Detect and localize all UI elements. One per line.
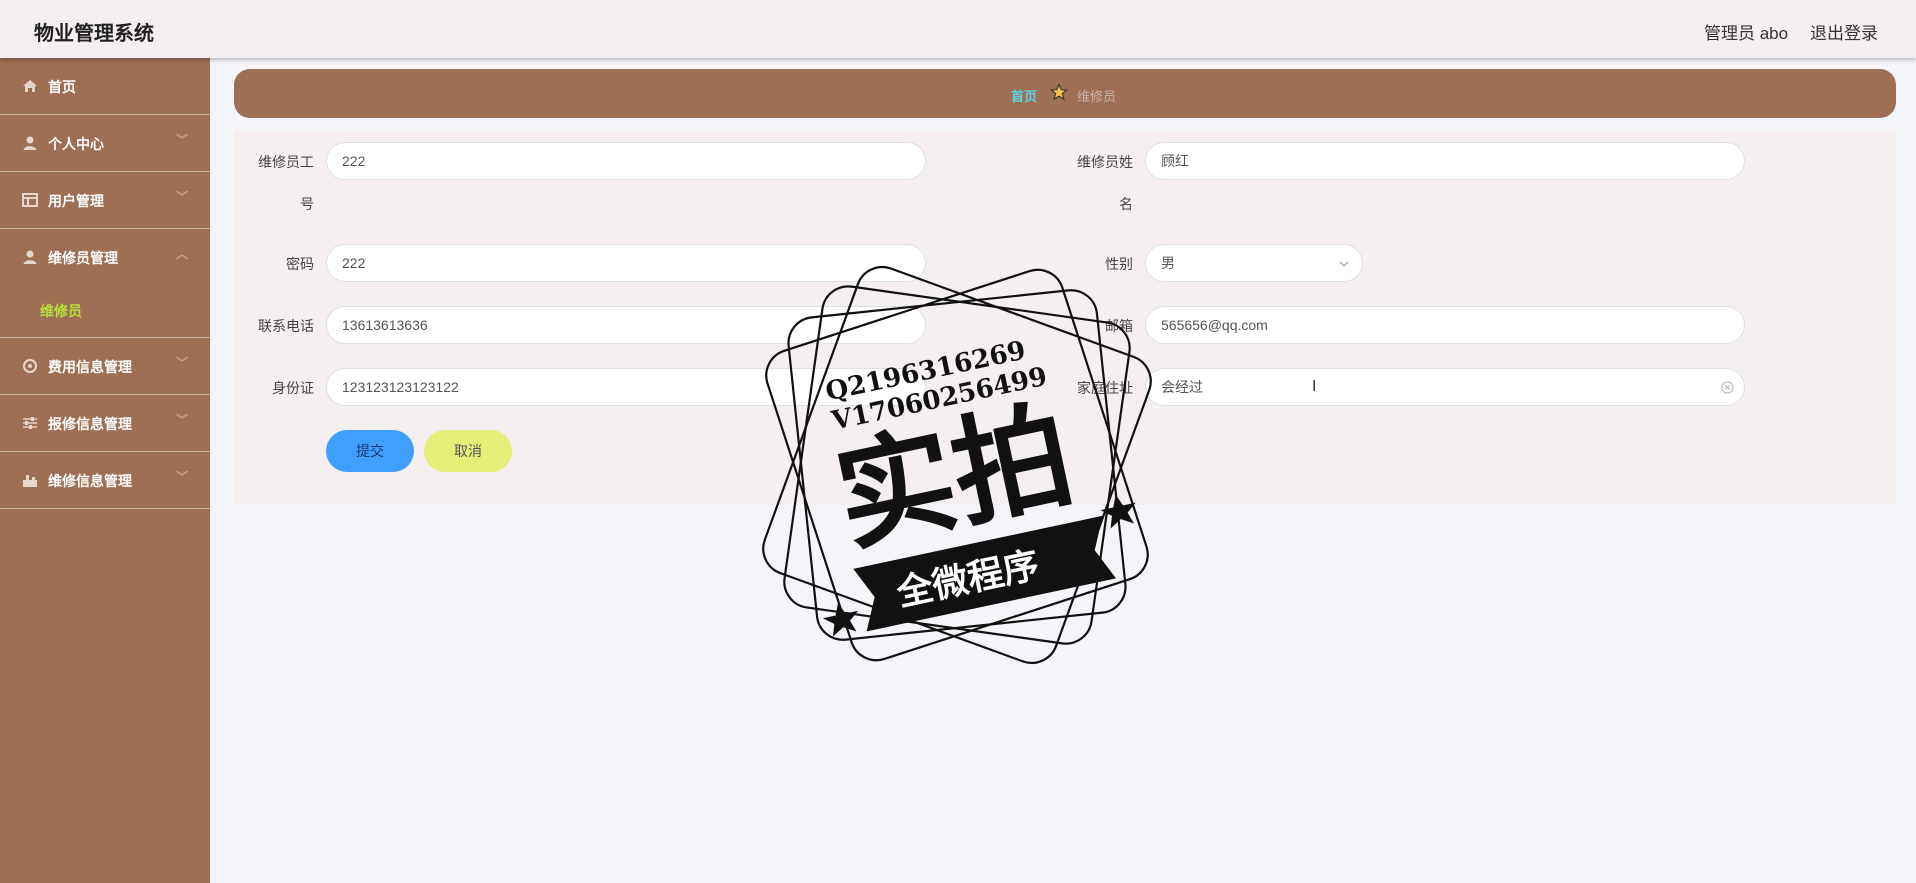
- sidebar-item-label: 维修信息管理: [48, 473, 132, 489]
- sidebar-subitem-label: 维修员: [40, 303, 82, 319]
- id-card-input[interactable]: 123123123123122: [326, 368, 926, 406]
- gender-select[interactable]: 男: [1145, 244, 1363, 282]
- breadcrumb: 首页 维修员: [234, 69, 1896, 118]
- tools-icon: [23, 475, 37, 487]
- sidebar-item-label: 个人中心: [48, 136, 104, 152]
- sidebar-item-repair-info[interactable]: 维修信息管理 ﹀: [0, 452, 210, 509]
- sidebar-item-repair-requests[interactable]: 报修信息管理 ﹀: [0, 395, 210, 452]
- email-label: 邮箱: [1105, 318, 1133, 334]
- home-icon: [23, 80, 37, 92]
- sidebar-item-home[interactable]: 首页: [0, 58, 210, 115]
- sidebar-item-label: 首页: [48, 79, 76, 95]
- app-title: 物业管理系统: [34, 23, 154, 45]
- gender-label: 性别: [1105, 256, 1133, 272]
- chevron-down-icon: ﹀: [176, 356, 189, 370]
- gender-value: 男: [1161, 255, 1175, 271]
- settings-icon: [23, 359, 37, 373]
- star-icon: [1050, 83, 1068, 101]
- chevron-down-icon: ﹀: [176, 413, 189, 427]
- top-bar: 物业管理系统 管理员 abo 退出登录: [0, 0, 1916, 58]
- clear-icon[interactable]: [1721, 381, 1734, 394]
- sidebar-item-label: 维修员管理: [48, 250, 118, 266]
- watermark-ribbon: 全微程序: [892, 544, 1043, 615]
- phone-label: 联系电话: [258, 318, 314, 334]
- chevron-down-icon: [1339, 261, 1349, 267]
- sliders-icon: [23, 417, 37, 429]
- sidebar-subitem-repairman[interactable]: 维修员: [0, 285, 210, 338]
- sidebar-item-repairman-mgmt[interactable]: 维修员管理 ︿: [0, 229, 210, 285]
- logout-link[interactable]: 退出登录: [1810, 19, 1878, 44]
- name-label-line2: 名: [1119, 196, 1133, 212]
- sidebar-item-personal[interactable]: 个人中心 ﹀: [0, 115, 210, 172]
- breadcrumb-current: 维修员: [1077, 89, 1117, 104]
- id-card-label: 身份证: [272, 380, 314, 396]
- chevron-down-icon: ﹀: [176, 470, 189, 484]
- breadcrumb-home[interactable]: 首页: [1011, 86, 1037, 105]
- phone-input[interactable]: 13613613636: [326, 306, 926, 344]
- submit-button[interactable]: 提交: [326, 430, 414, 472]
- user-icon: [23, 136, 37, 150]
- password-input[interactable]: 222: [326, 244, 926, 282]
- user-icon: [23, 250, 37, 264]
- sidebar-item-label: 报修信息管理: [48, 416, 132, 432]
- address-value: 会经过: [1161, 379, 1203, 395]
- email-input[interactable]: 565656@qq.com: [1145, 306, 1745, 344]
- address-input[interactable]: 会经过 I: [1145, 368, 1745, 406]
- password-label: 密码: [286, 256, 314, 272]
- sidebar-item-label: 费用信息管理: [48, 359, 132, 375]
- sidebar-item-fees[interactable]: 费用信息管理 ﹀: [0, 338, 210, 395]
- chevron-down-icon: ﹀: [176, 133, 189, 147]
- sidebar: 首页 个人中心 ﹀ 用户管理 ﹀ 维修员管理 ︿ 维修员 费用信息管理 ﹀ 报修…: [0, 58, 210, 883]
- name-input[interactable]: 顾红: [1145, 142, 1745, 180]
- table-icon: [22, 193, 38, 207]
- address-label: 家庭住址: [1077, 380, 1133, 396]
- name-label: 维修员姓 名: [1053, 152, 1133, 214]
- name-label-line1: 维修员姓: [1077, 154, 1133, 170]
- staff-id-label-line2: 号: [300, 196, 314, 212]
- sidebar-item-users[interactable]: 用户管理 ﹀: [0, 172, 210, 229]
- chevron-down-icon: ﹀: [176, 190, 189, 204]
- staff-id-input[interactable]: 222: [326, 142, 926, 180]
- staff-id-label: 维修员工 号: [234, 152, 314, 214]
- current-user: 管理员 abo: [1704, 24, 1789, 43]
- staff-id-label-line1: 维修员工: [258, 154, 314, 170]
- chevron-up-icon: ︿: [176, 247, 189, 261]
- repairman-form: 维修员工 号 222 维修员姓 名 顾红 密码 222 性别 男 联系电话 13…: [234, 130, 1896, 505]
- sidebar-item-label: 用户管理: [48, 193, 104, 209]
- text-cursor-icon: I: [1312, 378, 1317, 395]
- cancel-button[interactable]: 取消: [424, 430, 512, 472]
